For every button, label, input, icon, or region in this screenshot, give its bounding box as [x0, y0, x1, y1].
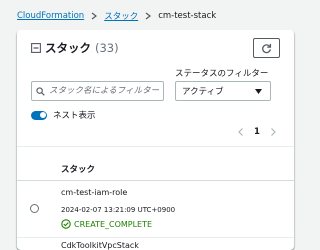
row-select-radio[interactable]	[30, 204, 39, 213]
stack-status-label: CREATE_COMPLETE	[74, 219, 153, 229]
stack-count: (33)	[95, 41, 119, 55]
divider	[17, 146, 294, 147]
toggle-knob	[39, 112, 46, 118]
panel-header: スタック (33)	[31, 40, 119, 56]
check-circle-icon	[61, 219, 71, 229]
nested-view-label: ネスト表示	[53, 111, 96, 121]
current-page[interactable]: 1	[254, 127, 260, 137]
toggle-switch[interactable]	[31, 110, 47, 120]
chevron-right-icon	[91, 12, 98, 20]
nested-view-toggle[interactable]: ネスト表示	[31, 109, 96, 121]
status-filter-label: ステータスのフィルター	[175, 69, 269, 79]
pagination: 1	[236, 127, 278, 137]
breadcrumb-stacks-link[interactable]: スタック	[104, 10, 138, 22]
column-header-stack[interactable]: スタック	[61, 163, 95, 175]
row-divider	[17, 237, 294, 238]
stack-timestamp: 2024-02-07 13:21:09 UTC+0900	[61, 206, 176, 214]
stack-status: CREATE_COMPLETE	[61, 219, 152, 229]
chevron-right-icon	[145, 12, 152, 20]
breadcrumb-cloudformation-link[interactable]: CloudFormation	[17, 11, 84, 21]
status-filter-value: アクティブ	[182, 87, 224, 97]
status-filter-select[interactable]: アクティブ	[175, 81, 271, 101]
refresh-icon	[262, 43, 272, 53]
stack-name[interactable]: cm-test-iam-role	[61, 188, 127, 197]
search-icon	[36, 86, 45, 96]
caret-down-icon	[255, 88, 262, 94]
chevron-right-icon[interactable]	[268, 127, 278, 137]
panel-title: スタック	[45, 41, 91, 55]
breadcrumb: CloudFormation スタック cm-test-stack	[17, 8, 216, 24]
stack-name[interactable]: CdkToolkitVpcStack	[61, 241, 139, 250]
chevron-left-icon[interactable]	[236, 127, 246, 137]
search-input[interactable]	[49, 86, 159, 96]
collapse-square-icon[interactable]	[31, 43, 41, 53]
search-field[interactable]	[31, 81, 164, 101]
stacks-panel: スタック (33) ステータスのフィルター アクティブ ネスト表示 1	[17, 30, 294, 250]
refresh-button[interactable]	[253, 38, 280, 58]
divider	[17, 180, 294, 181]
breadcrumb-current: cm-test-stack	[158, 11, 217, 21]
